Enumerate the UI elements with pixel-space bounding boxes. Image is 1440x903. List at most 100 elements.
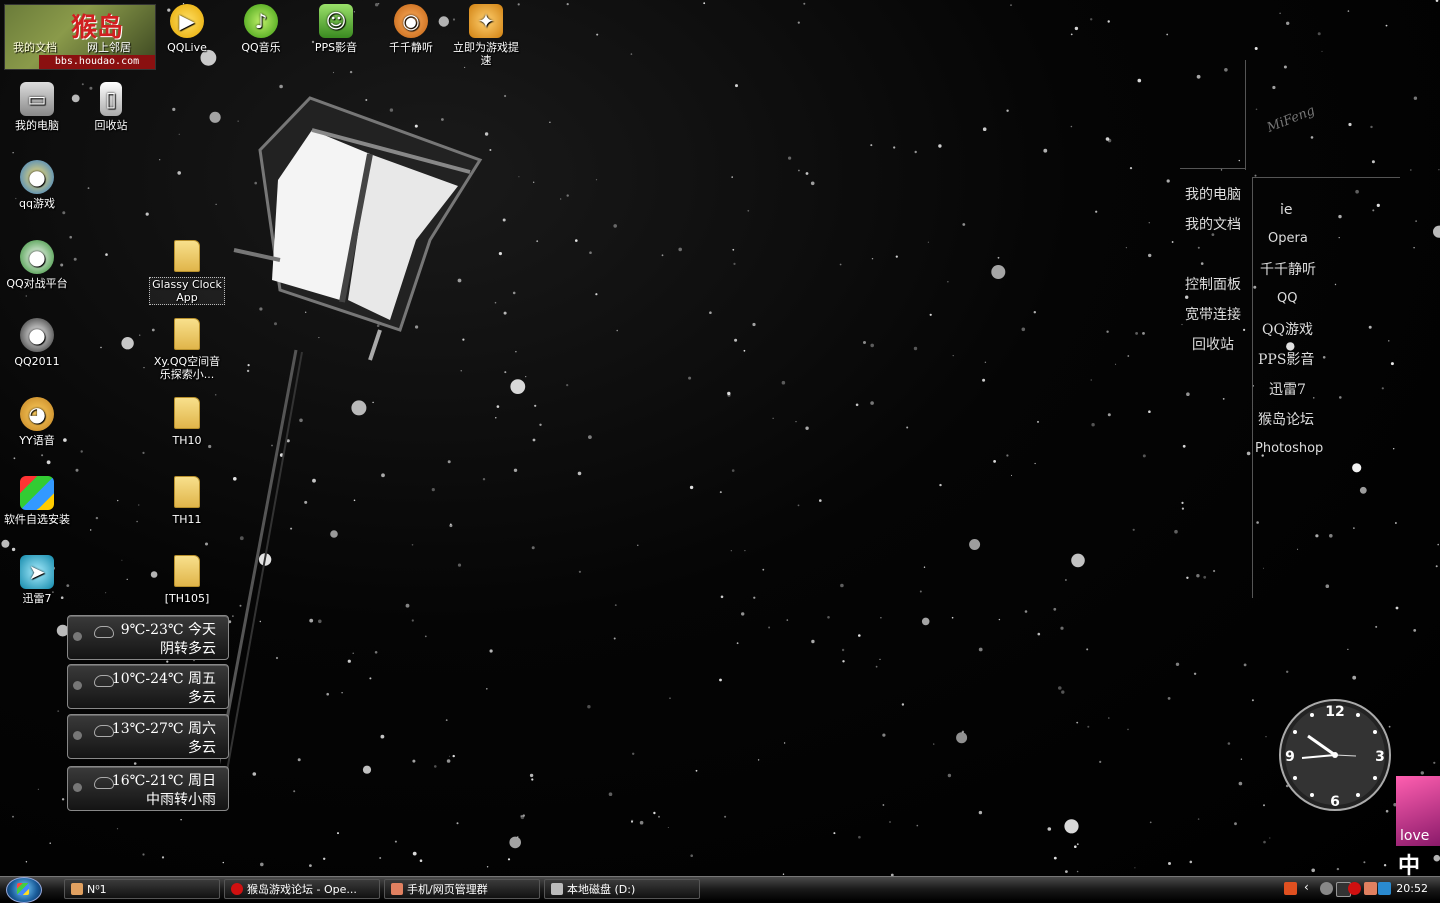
taskbar-clock[interactable]: 20:52 — [1396, 882, 1428, 895]
launcher-xunlei[interactable]: 迅雷7 — [1269, 379, 1306, 399]
love-text: love — [1400, 828, 1429, 844]
opera-tray-icon[interactable] — [1348, 882, 1361, 895]
launcher-qqgame[interactable]: QQ游戏 — [1262, 319, 1313, 339]
weather-day: 周五 — [188, 671, 216, 687]
desktop-folder-th11[interactable]: TH11 — [149, 476, 225, 526]
desktop-folder-th10[interactable]: TH10 — [149, 397, 225, 447]
qq-group-icon — [391, 883, 403, 895]
weather-temp: 9℃-23℃ — [121, 622, 184, 638]
icon-label: QQ2011 — [0, 355, 75, 368]
weather-condition: 阴转多云 — [160, 638, 216, 658]
icon-label: TH10 — [149, 434, 225, 447]
desktop-folder-xy-qq[interactable]: Xy.QQ空间音乐探索小... — [149, 318, 225, 381]
weather-condition: 中雨转小雨 — [146, 789, 216, 809]
desktop-icon-recycle-bin[interactable]: ▯ 回收站 — [73, 82, 149, 132]
launcher-qq[interactable]: QQ — [1277, 291, 1297, 306]
weather-day: 周六 — [188, 721, 216, 737]
desktop-icon-ttplayer[interactable]: ◉ 千千静听 — [373, 4, 449, 54]
desktop-icon-qqgame[interactable]: ● qq游戏 — [0, 160, 75, 210]
weather-knob-icon — [73, 783, 82, 792]
icon-label: PPS影音 — [298, 41, 374, 54]
clock-numeral-3: 3 — [1375, 749, 1385, 765]
desktop-icon-xunlei[interactable]: ➤ 迅雷7 — [0, 555, 75, 605]
love-widget[interactable]: love — [1396, 776, 1440, 846]
weather-day: 今天 — [188, 622, 216, 638]
launcher-photoshop[interactable]: Photoshop — [1255, 441, 1323, 456]
houdao-banner[interactable]: 猴岛 我的文档 网上邻居 bbs.houdao.com — [4, 4, 156, 70]
weather-condition: 多云 — [188, 737, 216, 757]
desktop-icon-yy[interactable]: ◕ YY语音 — [0, 397, 75, 447]
penguin-icon: ● — [20, 240, 54, 274]
task-label: 猴岛游戏论坛 - Ope... — [247, 883, 357, 896]
icon-label: QQ音乐 — [223, 41, 299, 54]
launcher-pps[interactable]: PPS影音 — [1258, 349, 1314, 369]
icon-label: 软件自选安装 — [0, 513, 75, 526]
launcher-my-documents[interactable]: 我的文档 — [1185, 214, 1241, 234]
weather-day: 周日 — [188, 773, 216, 789]
desktop-folder-glassy-clock[interactable]: Glassy Clock App — [149, 240, 225, 305]
desktop-icon-qq-battle[interactable]: ● QQ对战平台 — [0, 240, 75, 290]
desktop-icon-qqmusic[interactable]: ♪ QQ音乐 — [223, 4, 299, 54]
weather-day-4[interactable]: 16℃-21℃ 周日 中雨转小雨 — [67, 766, 229, 811]
taskbar-item-local-disk[interactable]: 本地磁盘 (D:) — [544, 879, 700, 899]
folder-icon — [174, 318, 200, 350]
analog-clock-gadget[interactable]: 12 3 6 9 — [1278, 698, 1392, 812]
launcher-recycle-bin[interactable]: 回收站 — [1192, 334, 1234, 354]
icon-label: 立即为游戏提速 — [448, 41, 524, 67]
desktop-icon-pps[interactable]: ☺ PPS影音 — [298, 4, 374, 54]
launcher-ttplayer[interactable]: 千千静听 — [1260, 259, 1316, 279]
weather-day-3[interactable]: 13℃-27℃ 周六 多云 — [67, 714, 229, 759]
desktop-icon-qqlive[interactable]: ▶ QQLive — [149, 4, 225, 54]
desktop-icon-game-speedup[interactable]: ✦ 立即为游戏提速 — [448, 4, 524, 67]
s-app-tray-icon[interactable] — [1284, 882, 1297, 895]
taskbar: N⁰1 猴岛游戏论坛 - Ope... 手机/网页管理群 本地磁盘 (D:) ‹… — [0, 876, 1440, 901]
desktop-icon-qq2011[interactable]: ● QQ2011 — [0, 318, 75, 368]
weather-day-2[interactable]: 10℃-24℃ 周五 多云 — [67, 664, 229, 709]
desktop-icon-my-computer[interactable]: ▭ 我的电脑 — [0, 82, 75, 132]
penguin-icon: ● — [20, 160, 54, 194]
icon-label: Glassy Clock App — [149, 277, 225, 305]
qq-tray-icon[interactable] — [1364, 882, 1377, 895]
launcher-broadband[interactable]: 宽带连接 — [1185, 304, 1241, 324]
banner-docs-label[interactable]: 我的文档 — [13, 39, 57, 55]
taskbar-item-qq-group[interactable]: 手机/网页管理群 — [384, 879, 540, 899]
icon-label: 我的电脑 — [0, 119, 75, 132]
launcher-houdao-forum[interactable]: 猴岛论坛 — [1258, 409, 1314, 429]
banner-network-label[interactable]: 网上邻居 — [87, 39, 131, 55]
start-button[interactable] — [6, 877, 42, 903]
clock-center — [1332, 752, 1338, 758]
launcher-opera[interactable]: Opera — [1268, 231, 1308, 246]
desktop-folder-th105[interactable]: [TH105] — [149, 555, 225, 605]
launcher-control-panel[interactable]: 控制面板 — [1185, 274, 1241, 294]
raccoon-icon: ◕ — [20, 397, 54, 431]
desktop-background: 猴岛 我的文档 网上邻居 bbs.houdao.com ▶ QQLive ♪ Q… — [0, 0, 1440, 876]
ime-indicator[interactable]: 中 — [1398, 848, 1420, 876]
play-icon: ▶ — [170, 4, 204, 38]
taskbar-item-opera[interactable]: 猴岛游戏论坛 - Ope... — [224, 879, 380, 899]
launcher-my-computer[interactable]: 我的电脑 — [1185, 184, 1241, 204]
tray-expand-icon[interactable]: ‹ — [1304, 880, 1317, 893]
weather-day-1[interactable]: 9℃-23℃ 今天 阴转多云 — [67, 615, 229, 660]
drive-icon — [551, 883, 563, 895]
qq-contact-icon — [71, 883, 83, 895]
banner-site-url: bbs.houdao.com — [39, 55, 155, 69]
language-bar-icon[interactable] — [1378, 882, 1391, 895]
system-tray: ‹ 20:52 — [1280, 877, 1440, 901]
task-label: 手机/网页管理群 — [407, 883, 488, 896]
task-label: N⁰1 — [87, 883, 107, 896]
icon-label: 千千静听 — [373, 41, 449, 54]
taskbar-item-qq-chat[interactable]: N⁰1 — [64, 879, 220, 899]
weather-temp: 16℃-21℃ — [112, 773, 184, 789]
launcher-ie[interactable]: ie — [1280, 202, 1293, 218]
desktop-icon-software-install[interactable]: 软件自选安装 — [0, 476, 75, 526]
icon-label: QQLive — [149, 41, 225, 54]
network-globe-icon[interactable] — [1320, 882, 1333, 895]
music-note-icon: ♪ — [244, 4, 278, 38]
weather-temp: 13℃-27℃ — [112, 721, 184, 737]
bird-icon: ➤ — [20, 555, 54, 589]
icon-label: YY语音 — [0, 434, 75, 447]
monitor-icon: ▭ — [20, 82, 54, 116]
folder-icon — [174, 397, 200, 429]
menu-divider — [1245, 60, 1246, 170]
folder-icon — [174, 240, 200, 272]
